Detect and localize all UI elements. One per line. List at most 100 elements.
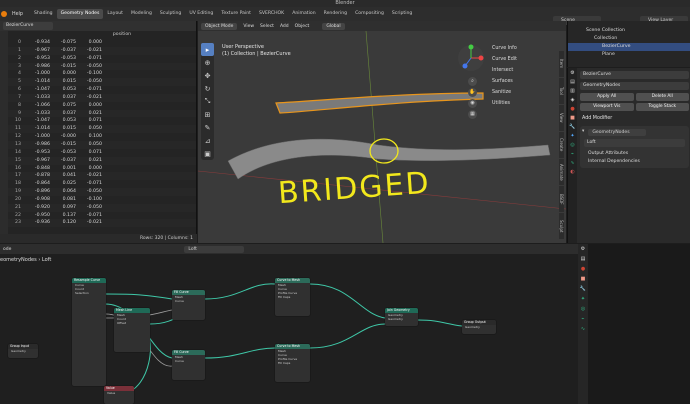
side-tab-create[interactable]: Create — [559, 132, 564, 158]
geometry-node-editor[interactable]: ode Loft eometryNodes › Loft Group Input… — [0, 244, 578, 404]
table-row[interactable]: 23 -0.936 0.120 -0.021 — [8, 219, 196, 228]
table-row[interactable]: 9 -1.033 0.037 0.021 — [8, 109, 196, 118]
tab-rendering[interactable]: Rendering — [320, 9, 351, 19]
table-row[interactable]: 5 -1.014 0.015 -0.050 — [8, 78, 196, 87]
join-geometry-node[interactable]: Join Geometry Geometry Geometry — [385, 308, 418, 326]
table-row[interactable]: 16 -0.848 0.001 0.000 — [8, 165, 196, 173]
table-row[interactable]: 4 -1.000 0.000 -0.100 — [8, 70, 196, 78]
tab-texture-paint[interactable]: Texture Paint — [217, 9, 255, 19]
scene-props-icon[interactable]: ◈ — [568, 95, 577, 104]
fill-curve-node-bottom[interactable]: Fill Curve Mesh Curve — [172, 350, 205, 380]
transform-tool-icon[interactable]: ⊞ — [201, 108, 214, 121]
select-tool-icon[interactable]: ▸ — [201, 43, 214, 56]
3d-viewport[interactable]: Object Mode View Select Add Object Globa… — [198, 21, 566, 243]
modifier-name-field[interactable]: GeometryNodes — [588, 128, 647, 136]
panel-sanitize[interactable]: Sanitize — [488, 87, 558, 98]
camera-view-icon[interactable]: ◉ — [468, 99, 477, 108]
tab-scripting[interactable]: Scripting — [388, 9, 416, 19]
physics-props-icon[interactable]: ◎ — [568, 140, 577, 149]
material-props-icon[interactable]: ◐ — [568, 167, 577, 176]
table-row[interactable]: 20 -0.908 0.081 -0.100 — [8, 196, 196, 204]
scene-icon[interactable]: ▤ — [578, 254, 588, 264]
measure-tool-icon[interactable]: ⊿ — [201, 134, 214, 147]
table-row[interactable]: 18 -0.864 0.025 -0.071 — [8, 180, 196, 188]
tab-uv-editing[interactable]: UV Editing — [185, 9, 217, 19]
tab-animation[interactable]: Animation — [288, 9, 319, 19]
particles-props-icon[interactable]: ✦ — [568, 131, 577, 140]
table-row[interactable]: 0 -0.934 -0.075 0.000 — [8, 39, 196, 47]
zoom-icon[interactable]: ⌕ — [468, 77, 477, 86]
world-props-icon[interactable]: ● — [568, 104, 577, 113]
curve-to-mesh-node-bottom[interactable]: Curve to Mesh Mesh Curve Profile Curve F… — [275, 344, 310, 382]
rotate-tool-icon[interactable]: ↻ — [201, 82, 214, 95]
table-row[interactable]: 12 -1.000 -0.000 0.100 — [8, 133, 196, 141]
panel-surfaces[interactable]: Surfaces — [488, 76, 558, 87]
table-row[interactable]: 15 -0.967 -0.037 0.021 — [8, 156, 196, 165]
outliner-scene-collection[interactable]: Scene Collection — [568, 27, 690, 35]
outliner-beziercurve[interactable]: BezierCurve — [568, 43, 690, 51]
add-cube-tool-icon[interactable]: ▣ — [201, 147, 214, 160]
table-row[interactable]: 22 -0.950 0.137 -0.071 — [8, 212, 196, 220]
tool-props-icon[interactable]: ⚙ — [568, 68, 577, 77]
apply-all-button[interactable]: Apply All — [580, 93, 634, 101]
constraints-props-icon[interactable]: ⌁ — [568, 149, 577, 158]
table-row[interactable]: 3 -0.986 -0.015 -0.050 — [8, 62, 196, 71]
internal-dependencies-section[interactable]: Internal Dependencies — [582, 158, 687, 166]
table-row[interactable]: 17 -0.878 0.041 -0.021 — [8, 172, 196, 181]
mesh-line-node[interactable]: Mesh Line Mesh Count Offset — [114, 308, 150, 352]
table-row[interactable]: 1 -0.967 -0.037 -0.021 — [8, 46, 196, 55]
delete-all-button[interactable]: Delete All — [635, 93, 689, 101]
tab-sverchok[interactable]: SVERCHOK — [255, 9, 288, 19]
tool-icon[interactable]: ⚙ — [578, 244, 588, 254]
particles-icon[interactable]: ✦ — [578, 294, 588, 304]
panel-utilities[interactable]: Utilities — [488, 98, 558, 109]
modifier-props-icon[interactable]: 🔧 — [568, 122, 577, 131]
table-row[interactable]: 14 -0.953 -0.053 0.071 — [8, 149, 196, 157]
table-row[interactable]: 21 -0.920 0.097 -0.050 — [8, 203, 196, 212]
group-input-node[interactable]: Group Input Geometry — [8, 344, 38, 358]
table-row[interactable]: 8 -1.066 0.075 0.000 — [8, 102, 196, 110]
outliner-collection[interactable]: Collection — [568, 35, 690, 43]
table-row[interactable]: 11 -1.014 0.015 0.050 — [8, 125, 196, 134]
table-row[interactable]: 7 -1.033 0.037 -0.021 — [8, 93, 196, 102]
menu-help[interactable]: Help — [9, 12, 26, 17]
table-row[interactable]: 19 -0.896 0.064 -0.050 — [8, 188, 196, 196]
tab-compositing[interactable]: Compositing — [351, 9, 388, 19]
panel-curve-info[interactable]: Curve Info — [488, 43, 558, 54]
menu-add[interactable]: Add — [277, 24, 292, 29]
object-mode-dropdown[interactable]: Object Mode — [201, 22, 238, 30]
spreadsheet-object-field[interactable]: BezierCurve — [3, 22, 53, 30]
curve-to-mesh-node-top[interactable]: Curve to Mesh Mesh Curve Profile Curve F… — [275, 278, 310, 316]
spreadsheet-domain-strip[interactable] — [0, 31, 8, 243]
data-icon[interactable]: ∿ — [578, 324, 588, 334]
tab-layout[interactable]: Layout — [103, 9, 127, 19]
tab-shading[interactable]: Shading — [30, 9, 57, 19]
menu-view[interactable]: View — [240, 24, 257, 29]
viewport-vis-button[interactable]: Viewport Vis — [580, 103, 634, 111]
output-attributes-section[interactable]: Output Attributes — [582, 150, 687, 158]
tab-sculpting[interactable]: Sculpting — [156, 9, 185, 19]
navigation-gizmo-icon[interactable] — [457, 44, 485, 72]
table-row[interactable]: 13 -0.986 -0.015 0.050 — [8, 140, 196, 149]
blender-logo-icon[interactable] — [1, 11, 7, 17]
table-row[interactable]: 10 -1.047 0.053 0.071 — [8, 117, 196, 125]
table-row[interactable]: 6 -1.047 0.053 -0.071 — [8, 86, 196, 94]
modifier-icon[interactable]: 🔧 — [578, 284, 588, 294]
physics-icon[interactable]: ◎ — [578, 304, 588, 314]
toggle-stack-button[interactable]: Toggle Stack — [635, 103, 689, 111]
group-output-node[interactable]: Group Output Geometry — [462, 320, 496, 334]
resample-curve-node[interactable]: Resample Curve Curve Count Selection — [72, 278, 106, 386]
table-row[interactable]: 2 -0.953 -0.053 -0.071 — [8, 55, 196, 63]
data-props-icon[interactable]: ∿ — [568, 158, 577, 167]
add-modifier-button[interactable]: Add Modifier — [578, 113, 690, 124]
properties-object-field[interactable]: BezierCurve — [580, 71, 689, 79]
world-icon[interactable]: ● — [578, 264, 588, 274]
menu-object[interactable]: Object — [292, 24, 313, 29]
panel-curve-edit[interactable]: Curve Edit — [488, 54, 558, 65]
pan-hand-icon[interactable]: ✋ — [468, 88, 477, 97]
tab-modeling[interactable]: Modeling — [127, 9, 156, 19]
column-header-position[interactable]: position — [8, 31, 196, 39]
panel-intersect[interactable]: Intersect — [488, 65, 558, 76]
side-tab-sculpt[interactable]: Sculpt — [559, 213, 564, 239]
object-props-icon[interactable]: ■ — [568, 113, 577, 122]
